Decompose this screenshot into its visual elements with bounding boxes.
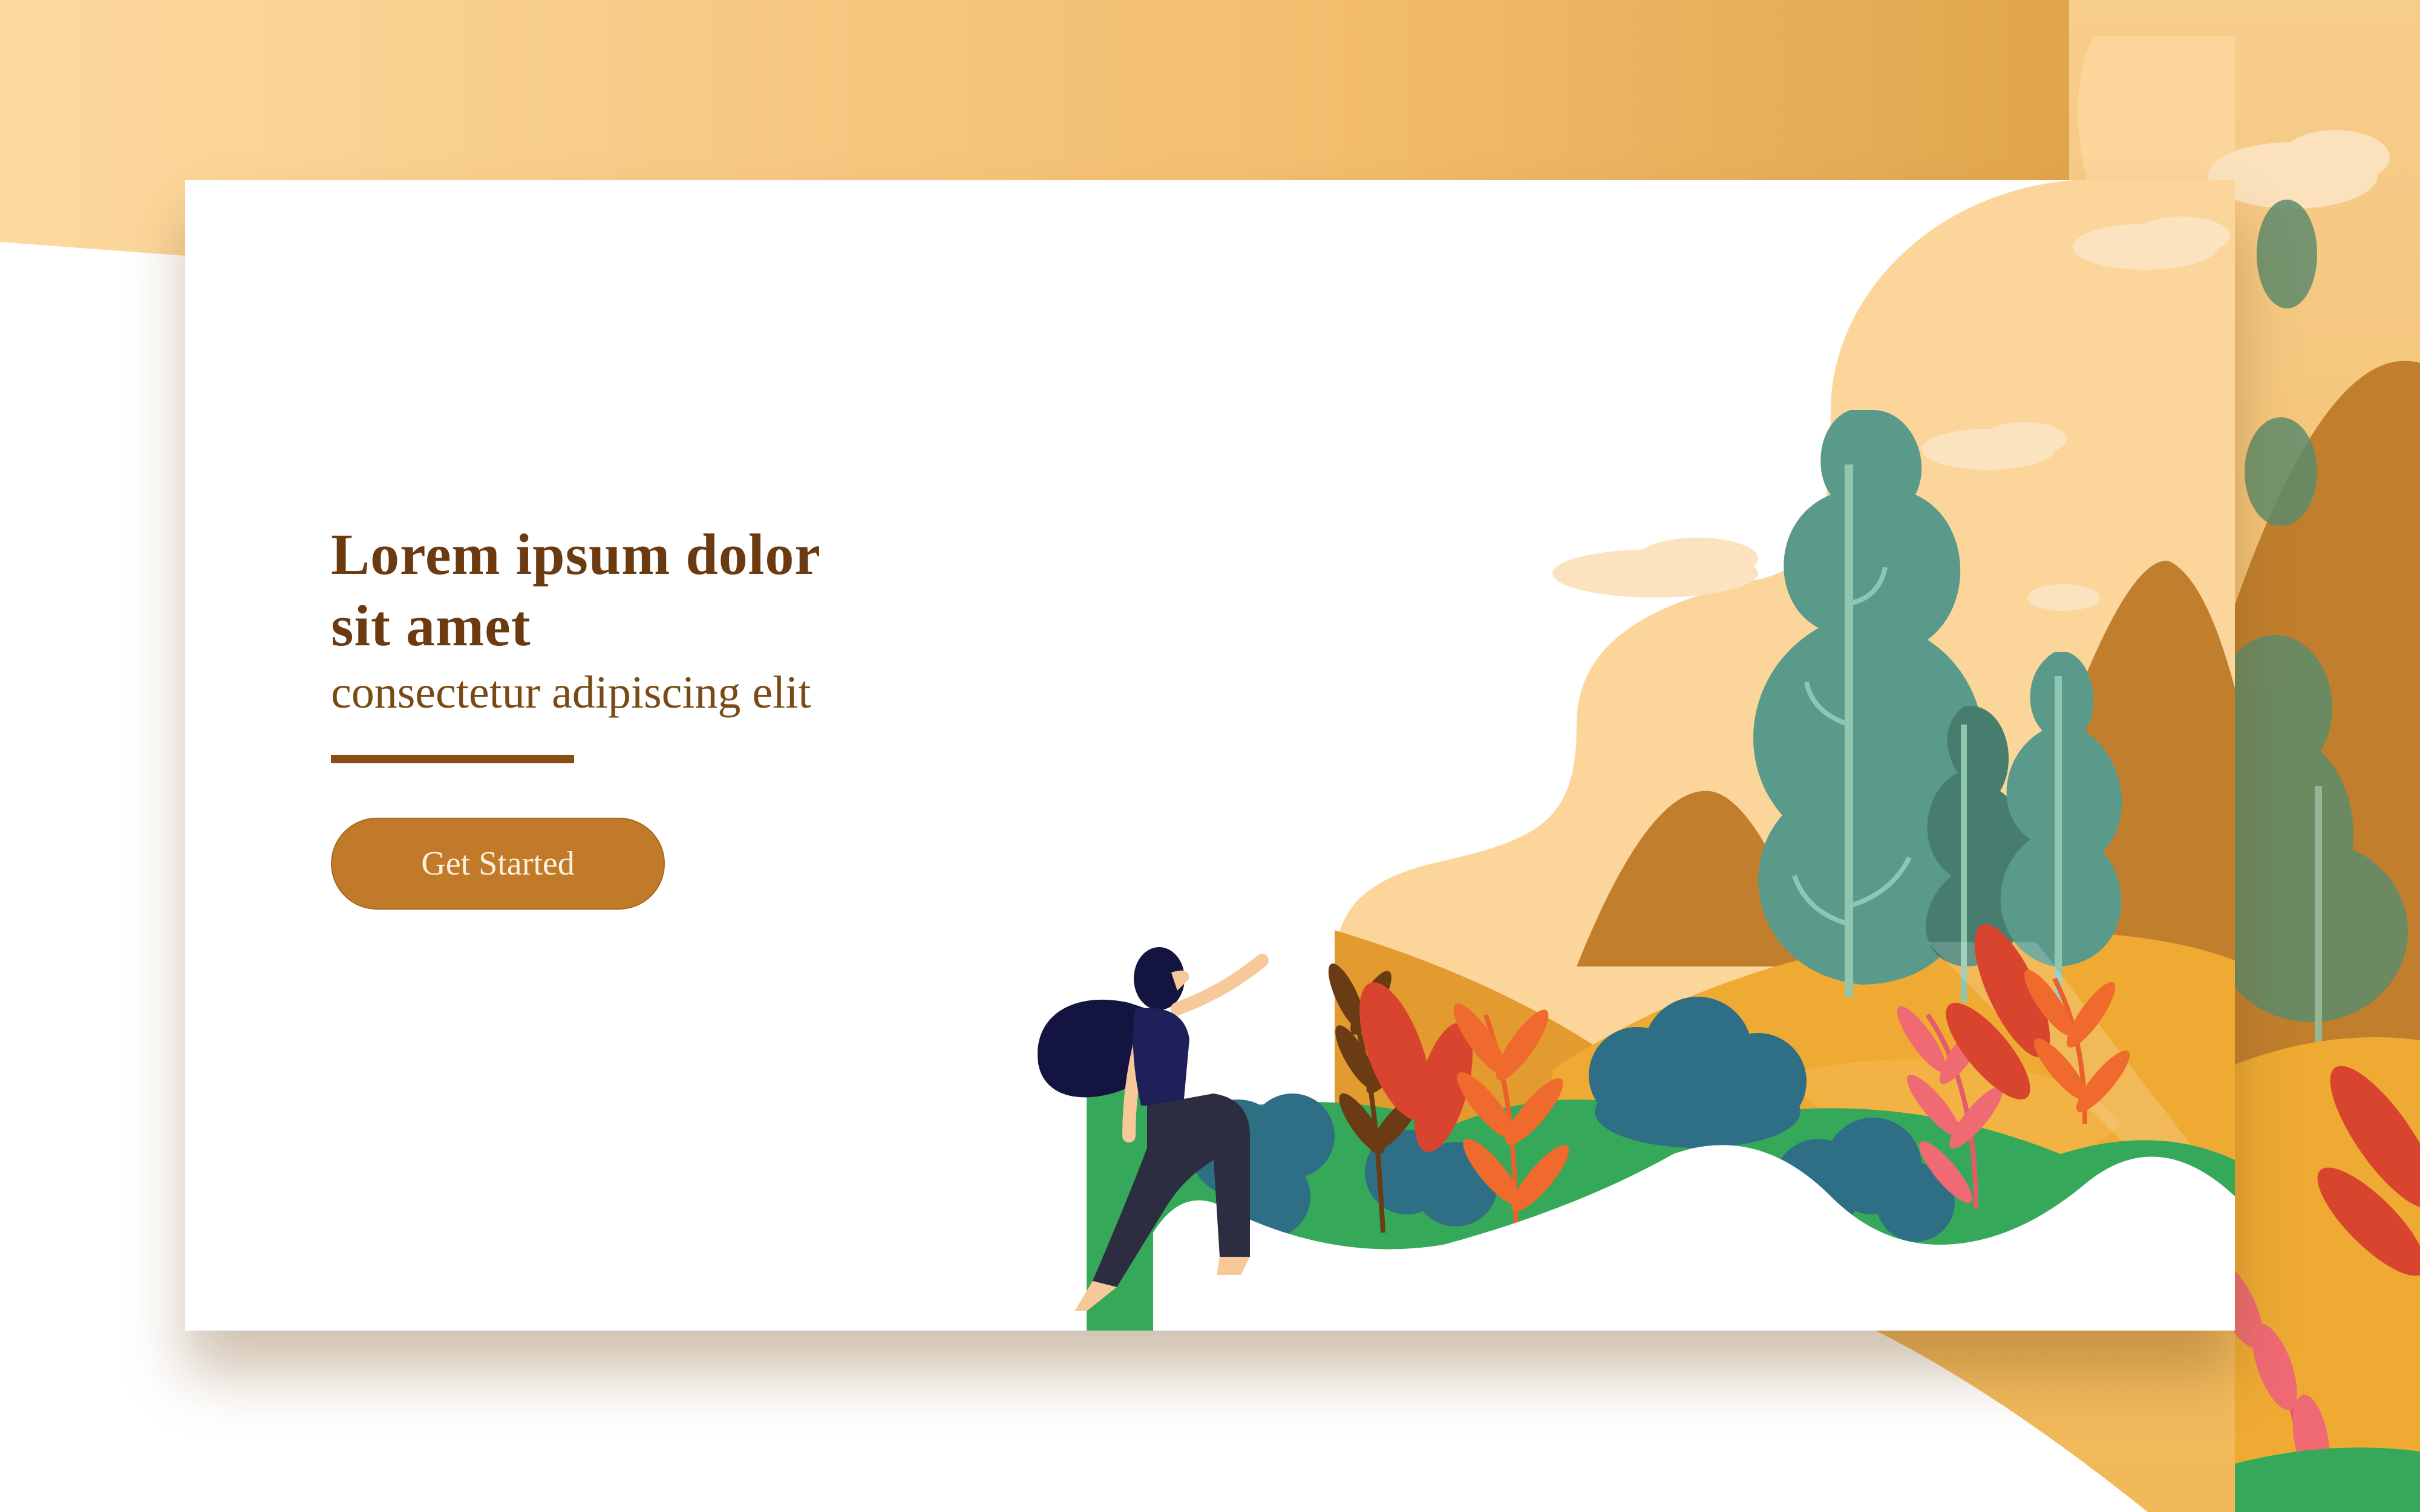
cloud-icon bbox=[2027, 584, 2100, 611]
cloud-icon bbox=[1552, 538, 1758, 598]
hero-card: Lorem ipsum dolor sit amet consectetur a… bbox=[185, 180, 2235, 1331]
get-started-button-label: Get Started bbox=[421, 845, 575, 882]
get-started-button[interactable]: Get Started bbox=[331, 818, 665, 910]
landing-page: Lorem ipsum dolor sit amet consectetur a… bbox=[0, 0, 2420, 1512]
cloud-icon bbox=[2281, 130, 2390, 184]
hero-subtitle: consectetur adipiscing elit bbox=[331, 667, 811, 718]
arm-icon bbox=[1171, 954, 1269, 1015]
torso-icon bbox=[1133, 1008, 1189, 1106]
hero-text-block: Lorem ipsum dolor sit amet consectetur a… bbox=[331, 519, 996, 910]
hero-title-line-1: Lorem ipsum dolor bbox=[331, 522, 821, 587]
hero-title-line-2: sit amet bbox=[331, 593, 531, 658]
hero-title: Lorem ipsum dolor sit amet bbox=[331, 519, 996, 662]
title-underline-divider bbox=[331, 755, 574, 763]
